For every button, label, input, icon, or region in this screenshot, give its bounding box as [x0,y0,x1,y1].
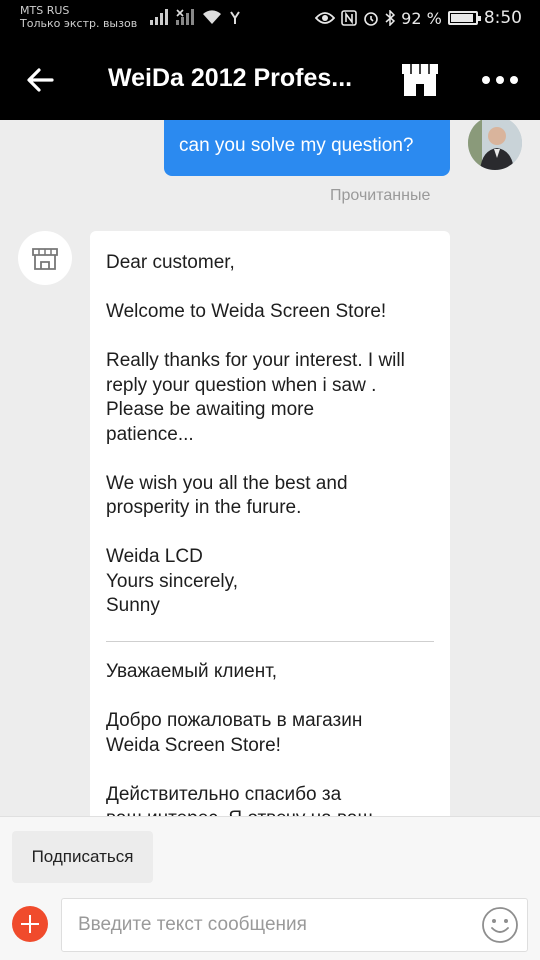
message-paragraph: Really thanks for your interest. I will … [106,350,405,445]
message-paragraph-ru: Добро пожаловать в магазин Weida Screen … [106,710,363,756]
chat-header: WeiDa 2012 Profes... [0,38,540,120]
outgoing-message: can you solve my question? [164,120,450,176]
no-signal-icon [176,9,194,25]
user-avatar[interactable] [468,120,522,170]
message-paragraph: We wish you all the best and prosperity … [106,472,348,519]
battery-percent: 92 % [401,8,442,28]
message-paragraph-ru: Действительно спасибо за ваш интерес. Я … [106,783,373,817]
carrier-info: MTS RUS Только экстр. вызов [20,4,137,30]
message-paragraph: Welcome to Weida Screen Store! [106,301,387,322]
message-paragraph: Dear customer, [106,252,235,273]
incoming-message: Dear customer, Welcome to Weida Screen S… [90,231,450,816]
wifi-icon [203,10,221,24]
shop-avatar[interactable] [18,231,72,285]
back-arrow-icon[interactable] [22,60,62,100]
message-paragraph-ru: Уважаемый клиент, [106,661,278,682]
subscribe-button[interactable]: Подписаться [12,831,153,883]
more-options-icon[interactable] [478,68,522,92]
signal-icons [150,9,242,25]
eye-icon [315,12,336,24]
emoji-icon[interactable] [481,906,519,944]
bluetooth-icon [385,10,396,26]
store-icon[interactable] [398,60,442,100]
battery-icon [447,11,481,25]
read-status: Прочитанные [330,187,431,204]
message-input[interactable] [61,898,528,952]
compose-area: Подписаться [0,816,540,960]
nfc-icon [341,10,357,26]
carrier-subtext: Только экстр. вызов [20,17,138,30]
status-bar: MTS RUS Только экстр. вызов 92 % 8:50 [0,0,540,38]
signal-icon [150,9,168,25]
power-save-icon [230,11,240,24]
chat-messages[interactable]: can you solve my question? Прочитанные D… [0,120,540,816]
message-paragraph: Weida LCD Yours sincerely, Sunny [106,546,239,616]
carrier-name: MTS RUS [20,4,70,17]
chat-title: WeiDa 2012 Profes... [108,64,353,92]
store-icon [32,248,58,270]
system-icons: 92 % 8:50 [315,8,522,28]
alarm-icon [364,12,378,26]
message-divider [106,641,434,642]
add-attachment-button[interactable] [12,906,48,942]
clock: 8:50 [483,8,522,28]
